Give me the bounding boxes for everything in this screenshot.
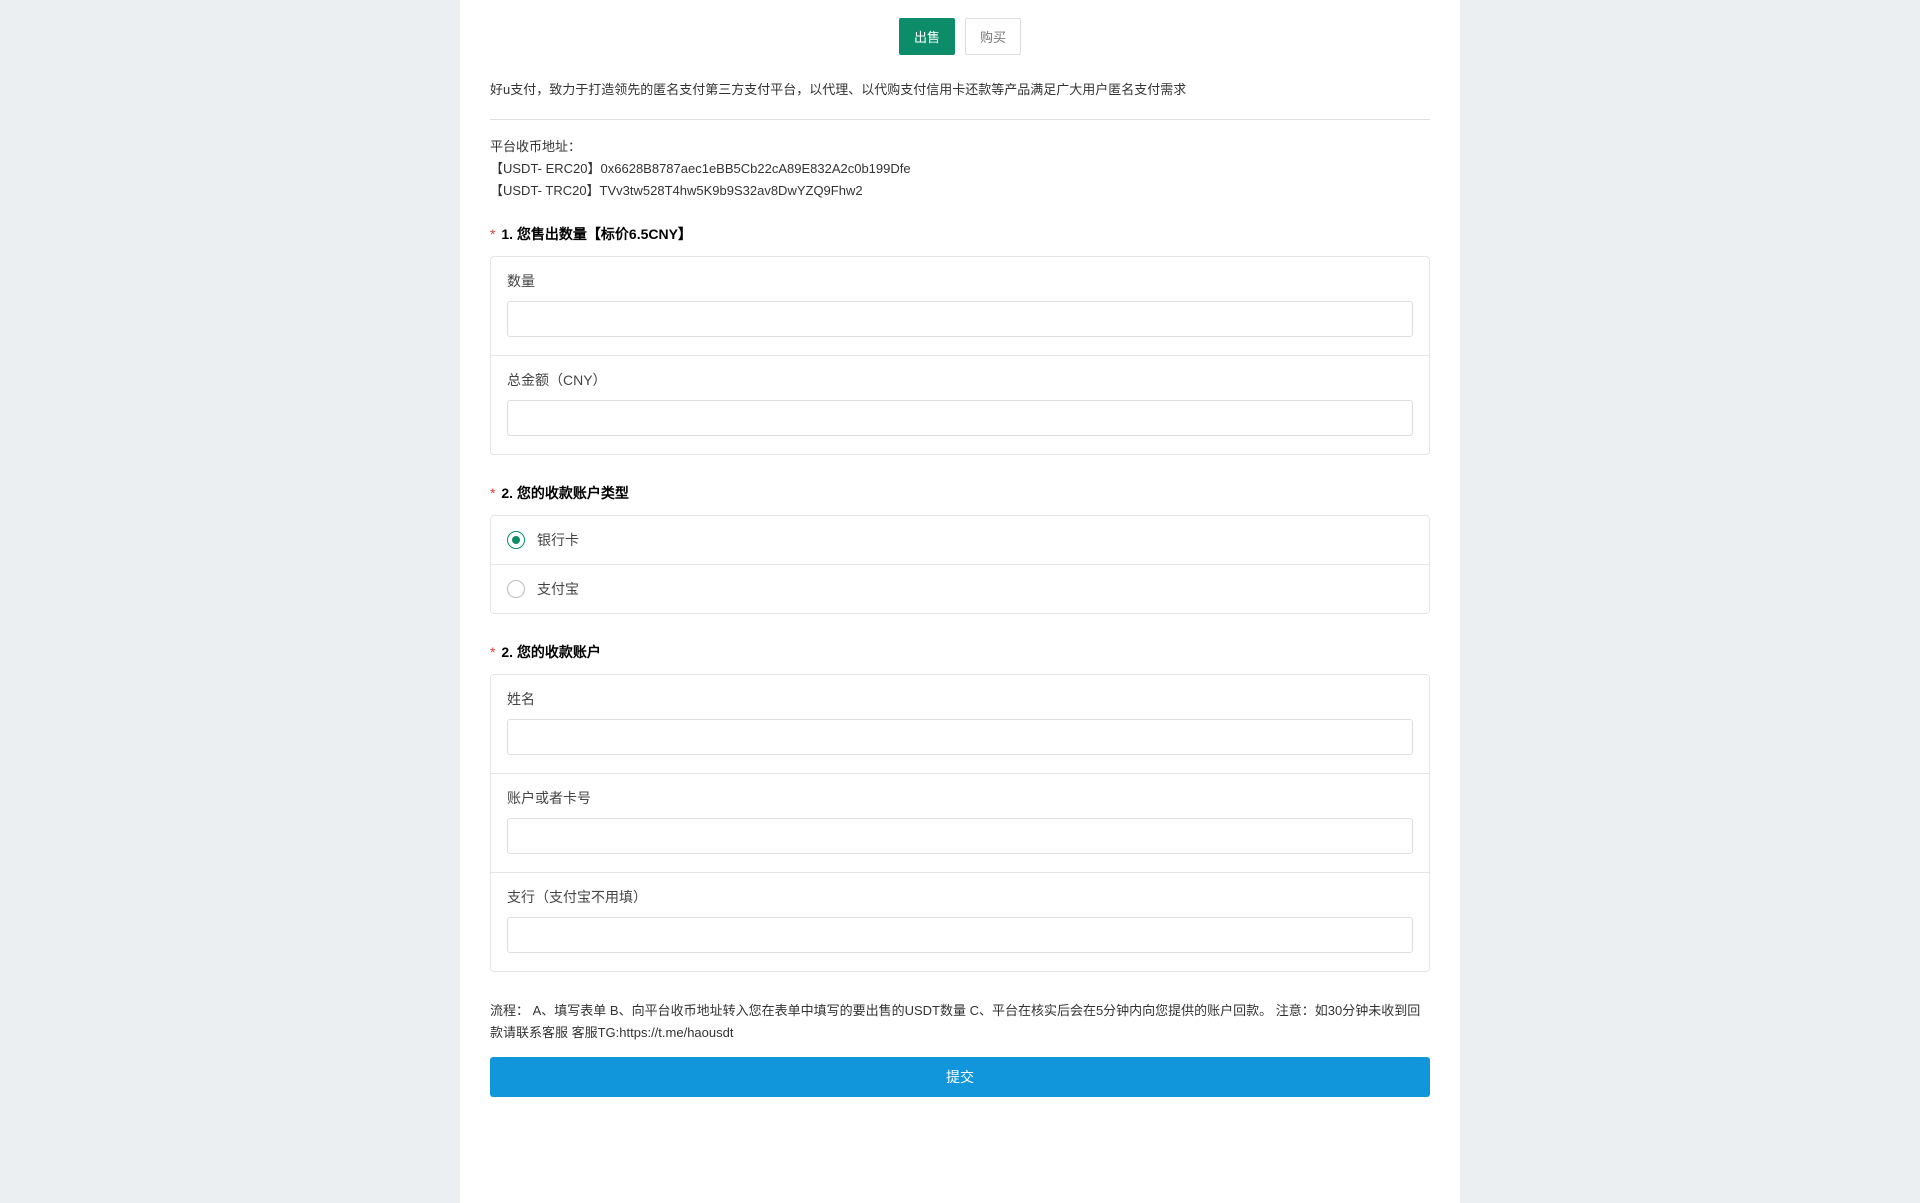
section-title-text: 2. 您的收款账户 [501, 644, 601, 660]
input-account[interactable] [507, 818, 1413, 854]
tab-bar: 出售 购买 [490, 0, 1430, 79]
section-title-account: * 2. 您的收款账户 [490, 642, 1430, 662]
label-name: 姓名 [507, 689, 1413, 709]
intro-text: 好u支付，致力于打造领先的匿名支付第三方支付平台，以代理、以代购支付信用卡还款等… [490, 79, 1430, 101]
content: 出售 购买 好u支付，致力于打造领先的匿名支付第三方支付平台，以代理、以代购支付… [460, 0, 1460, 1097]
required-mark: * [490, 644, 495, 660]
section-title-account-type: * 2. 您的收款账户类型 [490, 483, 1430, 503]
label-total: 总金额（CNY） [507, 370, 1413, 390]
label-branch: 支行（支付宝不用填） [507, 887, 1413, 907]
radio-icon [507, 531, 525, 549]
section-title-text: 2. 您的收款账户类型 [501, 485, 629, 501]
label-account: 账户或者卡号 [507, 788, 1413, 808]
address-trc20: 【USDT- TRC20】TVv3tw528T4hw5K9b9S32av8DwY… [490, 180, 1430, 202]
submit-button[interactable]: 提交 [490, 1057, 1430, 1097]
input-quantity[interactable] [507, 301, 1413, 337]
radio-label-alipay: 支付宝 [537, 579, 579, 599]
account-type-group: 银行卡 支付宝 [490, 515, 1430, 614]
footer-note: 流程： A、填写表单 B、向平台收币地址转入您在表单中填写的要出售的USDT数量… [490, 1000, 1430, 1044]
row-account: 账户或者卡号 [491, 774, 1429, 873]
row-total: 总金额（CNY） [491, 356, 1429, 454]
required-mark: * [490, 485, 495, 501]
required-mark: * [490, 226, 495, 242]
radio-icon [507, 580, 525, 598]
row-name: 姓名 [491, 675, 1429, 774]
section-title-text: 1. 您售出数量【标价6.5CNY】 [501, 226, 692, 242]
row-quantity: 数量 [491, 257, 1429, 356]
radio-bank-card[interactable]: 银行卡 [491, 516, 1429, 565]
label-quantity: 数量 [507, 271, 1413, 291]
tab-buy[interactable]: 购买 [965, 18, 1021, 55]
section-title-quantity: * 1. 您售出数量【标价6.5CNY】 [490, 224, 1430, 244]
input-total[interactable] [507, 400, 1413, 436]
address-erc20: 【USDT- ERC20】0x6628B8787aec1eBB5Cb22cA89… [490, 158, 1430, 180]
quantity-group: 数量 总金额（CNY） [490, 256, 1430, 455]
input-branch[interactable] [507, 917, 1413, 953]
radio-alipay[interactable]: 支付宝 [491, 565, 1429, 613]
address-title: 平台收币地址： [490, 136, 1430, 158]
row-branch: 支行（支付宝不用填） [491, 873, 1429, 971]
tab-sell[interactable]: 出售 [899, 18, 955, 55]
radio-label-bank: 银行卡 [537, 530, 579, 550]
address-block: 平台收币地址： 【USDT- ERC20】0x6628B8787aec1eBB5… [490, 136, 1430, 202]
input-name[interactable] [507, 719, 1413, 755]
account-group: 姓名 账户或者卡号 支行（支付宝不用填） [490, 674, 1430, 972]
form-page: 出售 购买 好u支付，致力于打造领先的匿名支付第三方支付平台，以代理、以代购支付… [460, 0, 1460, 1203]
divider [490, 119, 1430, 120]
